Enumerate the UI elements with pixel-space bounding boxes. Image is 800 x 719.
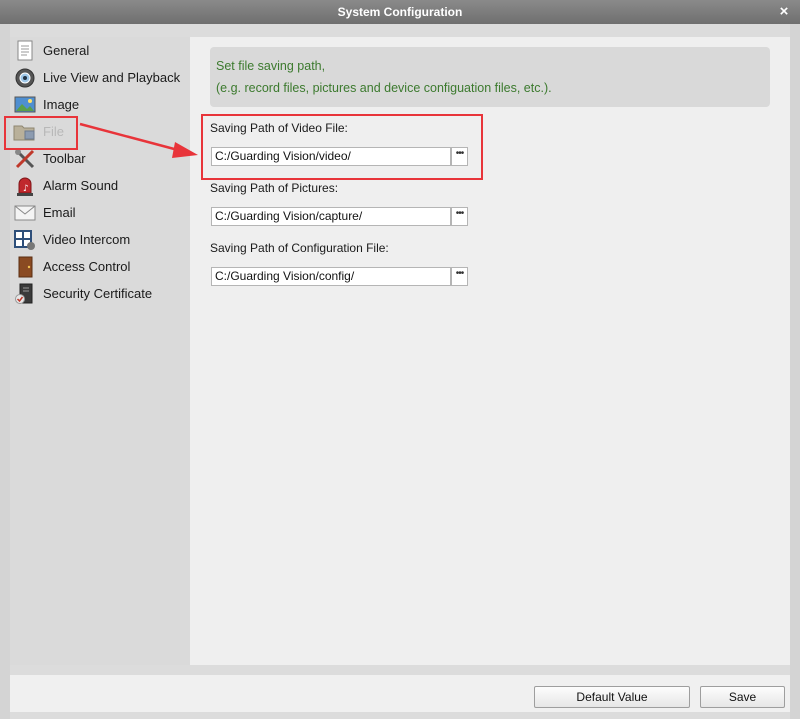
pictures-path-input[interactable]: C:/Guarding Vision/capture/ [211,207,451,226]
config-path-input[interactable]: C:/Guarding Vision/config/ [211,267,451,286]
sidebar-item-label: Security Certificate [43,286,153,301]
sidebar-item-label: Image [43,97,80,112]
sidebar-item-label: Access Control [43,259,131,274]
certificate-icon [13,283,37,305]
sidebar-item-security-certificate[interactable]: Security Certificate [10,280,190,307]
sidebar-item-label: General [43,43,90,58]
sidebar-item-access-control[interactable]: Access Control [10,253,190,280]
door-icon [13,256,37,278]
picture-icon [13,94,37,116]
sidebar-item-label: Video Intercom [43,232,131,247]
config-browse-button[interactable]: ••• [451,267,468,286]
sidebar-item-email[interactable]: Email [10,199,190,226]
info-line-2: (e.g. record files, pictures and device … [216,81,552,95]
sidebar-item-alarm-sound[interactable]: ♪ Alarm Sound [10,172,190,199]
envelope-icon [13,202,37,224]
sidebar-item-label: Alarm Sound [43,178,119,193]
annotation-highlight-video-path [201,114,483,180]
document-icon [13,40,37,62]
annotation-arrow [79,122,198,158]
close-icon[interactable]: × [776,0,792,24]
default-value-button[interactable]: Default Value [534,686,690,708]
sidebar-item-label: Live View and Playback [43,70,181,85]
config-path-label: Saving Path of Configuration File: [210,241,389,255]
svg-text:♪: ♪ [23,184,29,194]
sidebar-item-video-intercom[interactable]: Video Intercom [10,226,190,253]
siren-icon: ♪ [13,175,37,197]
sidebar-item-live-view-playback[interactable]: Live View and Playback [10,64,190,91]
sidebar-item-label: Email [43,205,76,220]
info-box: Set file saving path, (e.g. record files… [210,47,770,107]
intercom-icon [13,229,37,251]
window-title: System Configuration [337,5,463,19]
camera-icon [13,67,37,89]
sidebar-item-general[interactable]: General [10,37,190,64]
tools-icon [13,148,37,170]
info-line-1: Set file saving path, [216,59,326,73]
window-titlebar: System Configuration × [0,0,800,24]
pictures-path-label: Saving Path of Pictures: [210,181,339,195]
sidebar-item-image[interactable]: Image [10,91,190,118]
annotation-highlight-file [4,116,78,150]
save-button[interactable]: Save [700,686,785,708]
pictures-browse-button[interactable]: ••• [451,207,468,226]
right-border [790,24,800,719]
